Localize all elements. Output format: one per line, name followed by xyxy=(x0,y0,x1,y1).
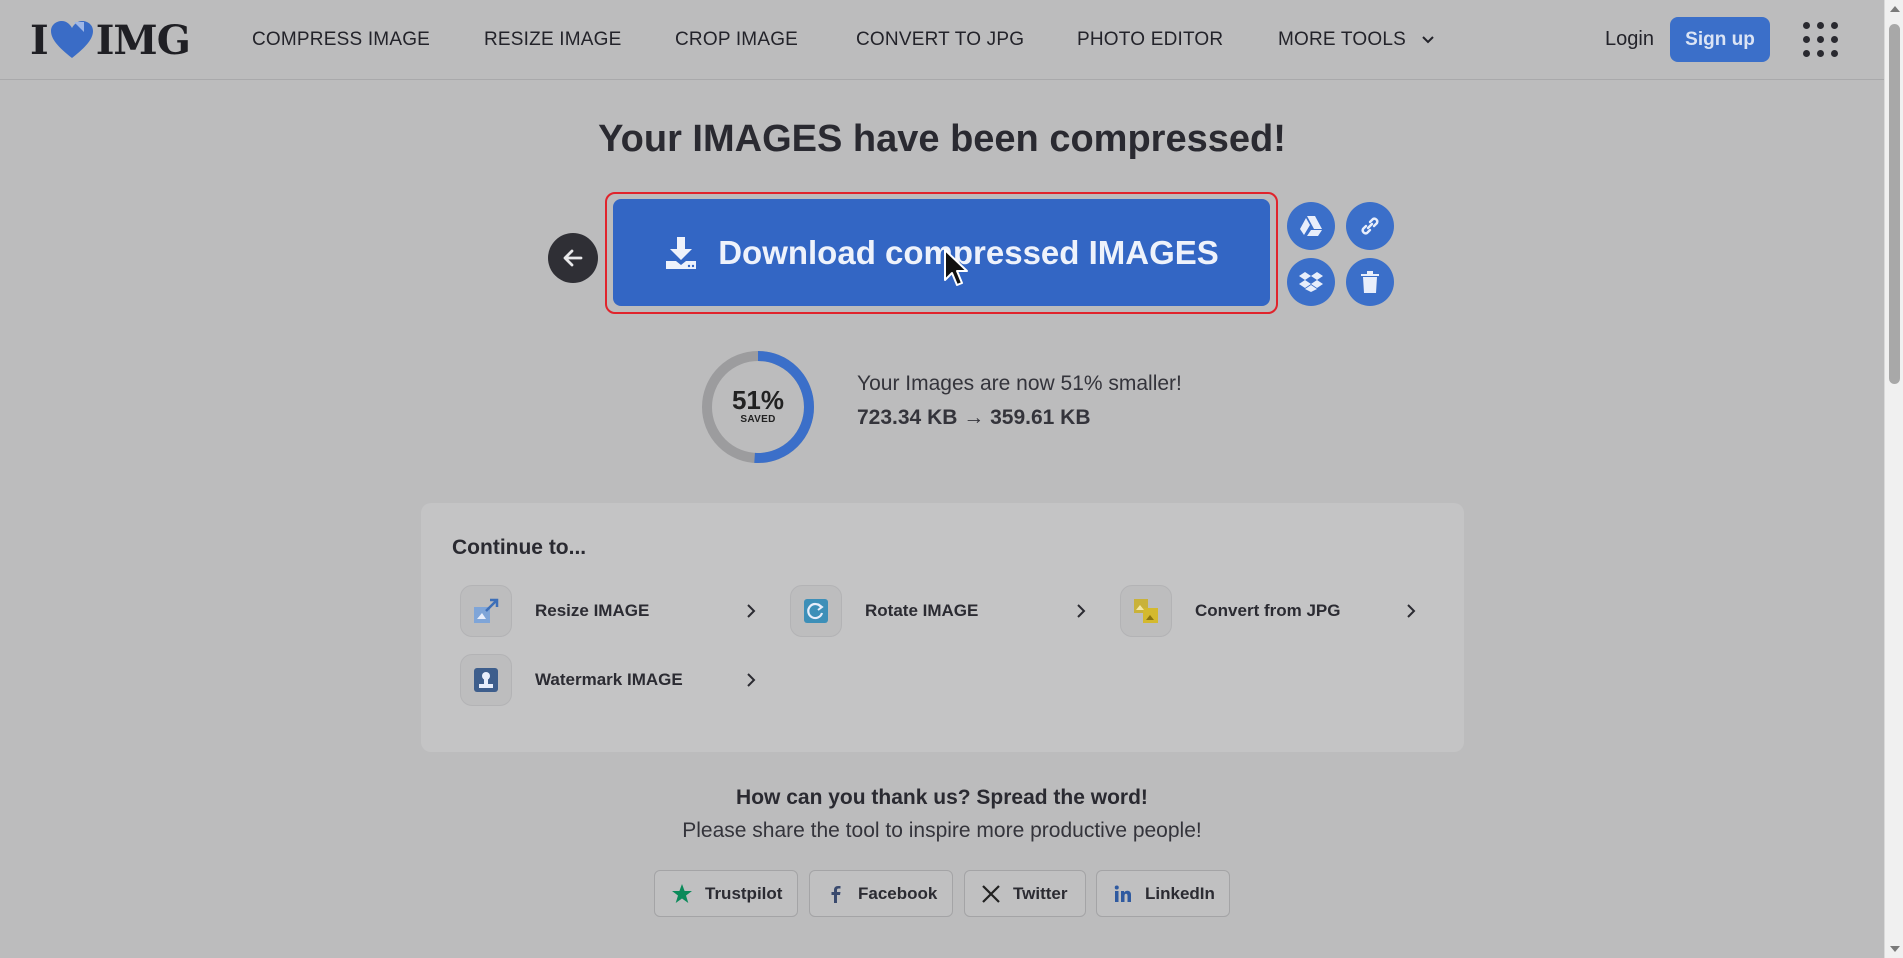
dropbox-icon xyxy=(1299,272,1323,292)
share-facebook-button[interactable]: Facebook xyxy=(809,870,953,917)
saved-label: SAVED xyxy=(740,414,776,425)
continue-watermark-image[interactable]: Watermark IMAGE xyxy=(460,654,770,706)
tool-label: Resize IMAGE xyxy=(535,601,650,620)
share-subline: Please share the tool to inspire more pr… xyxy=(682,819,1202,842)
page-scrollbar[interactable] xyxy=(1884,0,1903,958)
link-icon xyxy=(1361,217,1379,235)
share-button-label: LinkedIn xyxy=(1145,883,1215,903)
ilovimg-logo[interactable]: I IMG xyxy=(30,17,191,64)
mouse-cursor-icon xyxy=(944,249,968,286)
facebook-icon xyxy=(831,885,841,903)
share-twitter-button[interactable]: Twitter xyxy=(964,870,1086,917)
chevron-right-icon xyxy=(1407,604,1416,618)
back-button[interactable] xyxy=(548,233,598,283)
resize-icon xyxy=(460,585,512,637)
copy-link-button[interactable] xyxy=(1346,202,1394,250)
logo-letter-i: I xyxy=(30,16,49,64)
google-drive-icon xyxy=(1300,216,1322,236)
top-navbar: I IMG COMPRESS IMAGE RESIZE IMAGE CROP I… xyxy=(0,0,1884,80)
share-trustpilot-button[interactable]: Trustpilot xyxy=(654,870,798,917)
apps-grid-icon[interactable] xyxy=(1803,22,1839,58)
x-twitter-icon xyxy=(982,884,1000,903)
chevron-right-icon xyxy=(747,604,756,618)
convert-icon xyxy=(1120,585,1172,637)
size-comparison: 723.34 KB → 359.61 KB xyxy=(857,406,1091,430)
scrollbar-thumb[interactable] xyxy=(1889,24,1900,384)
nav-convert-to-jpg[interactable]: CONVERT TO JPG xyxy=(856,29,1024,51)
chevron-right-icon xyxy=(1077,604,1086,618)
tool-label: Convert from JPG xyxy=(1195,601,1341,620)
continue-title: Continue to... xyxy=(452,536,587,559)
arrow-left-icon xyxy=(563,249,583,267)
nav-more-tools[interactable]: MORE TOOLS xyxy=(1278,29,1437,51)
original-size: 723.34 KB xyxy=(857,406,958,429)
signup-button[interactable]: Sign up xyxy=(1670,17,1770,62)
trash-icon xyxy=(1361,271,1379,293)
share-button-label: Twitter xyxy=(1013,883,1068,903)
share-button-label: Facebook xyxy=(858,883,938,903)
savings-message: Your Images are now 51% smaller! xyxy=(857,372,1182,395)
watermark-icon xyxy=(460,654,512,706)
login-link[interactable]: Login xyxy=(1605,28,1654,51)
nav-resize-image[interactable]: RESIZE IMAGE xyxy=(484,29,622,51)
new-size: 359.61 KB xyxy=(990,406,1091,429)
continue-convert-from-jpg[interactable]: Convert from JPG xyxy=(1120,585,1430,637)
share-button-label: Trustpilot xyxy=(705,883,783,903)
download-compressed-button[interactable]: Download compressed IMAGES xyxy=(613,199,1270,306)
download-icon xyxy=(666,236,697,269)
nav-crop-image[interactable]: CROP IMAGE xyxy=(675,29,798,51)
nav-compress-image[interactable]: COMPRESS IMAGE xyxy=(252,29,430,51)
rotate-icon xyxy=(790,585,842,637)
delete-button[interactable] xyxy=(1346,258,1394,306)
save-to-google-drive-button[interactable] xyxy=(1287,202,1335,250)
size-arrow: → xyxy=(963,406,985,429)
trustpilot-star-icon xyxy=(672,883,692,903)
save-to-dropbox-button[interactable] xyxy=(1287,258,1335,306)
scroll-down-arrow-icon[interactable] xyxy=(1890,946,1900,952)
share-headline: How can you thank us? Spread the word! xyxy=(736,786,1148,809)
continue-resize-image[interactable]: Resize IMAGE xyxy=(460,585,770,637)
logo-word-img: IMG xyxy=(95,16,191,64)
nav-photo-editor[interactable]: PHOTO EDITOR xyxy=(1077,29,1223,51)
share-linkedin-button[interactable]: LinkedIn xyxy=(1096,870,1230,917)
scroll-up-arrow-icon[interactable] xyxy=(1890,6,1900,12)
nav-more-tools-label: MORE TOOLS xyxy=(1278,29,1406,50)
chevron-right-icon xyxy=(747,673,756,687)
tool-label: Watermark IMAGE xyxy=(535,670,683,689)
heart-logo-icon xyxy=(50,21,93,58)
page-title: Your IMAGES have been compressed! xyxy=(598,118,1286,160)
linkedin-icon xyxy=(1114,885,1131,902)
continue-rotate-image[interactable]: Rotate IMAGE xyxy=(790,585,1100,637)
tool-label: Rotate IMAGE xyxy=(865,601,979,620)
saved-percent: 51% xyxy=(731,385,785,415)
chevron-down-icon xyxy=(1422,36,1435,44)
